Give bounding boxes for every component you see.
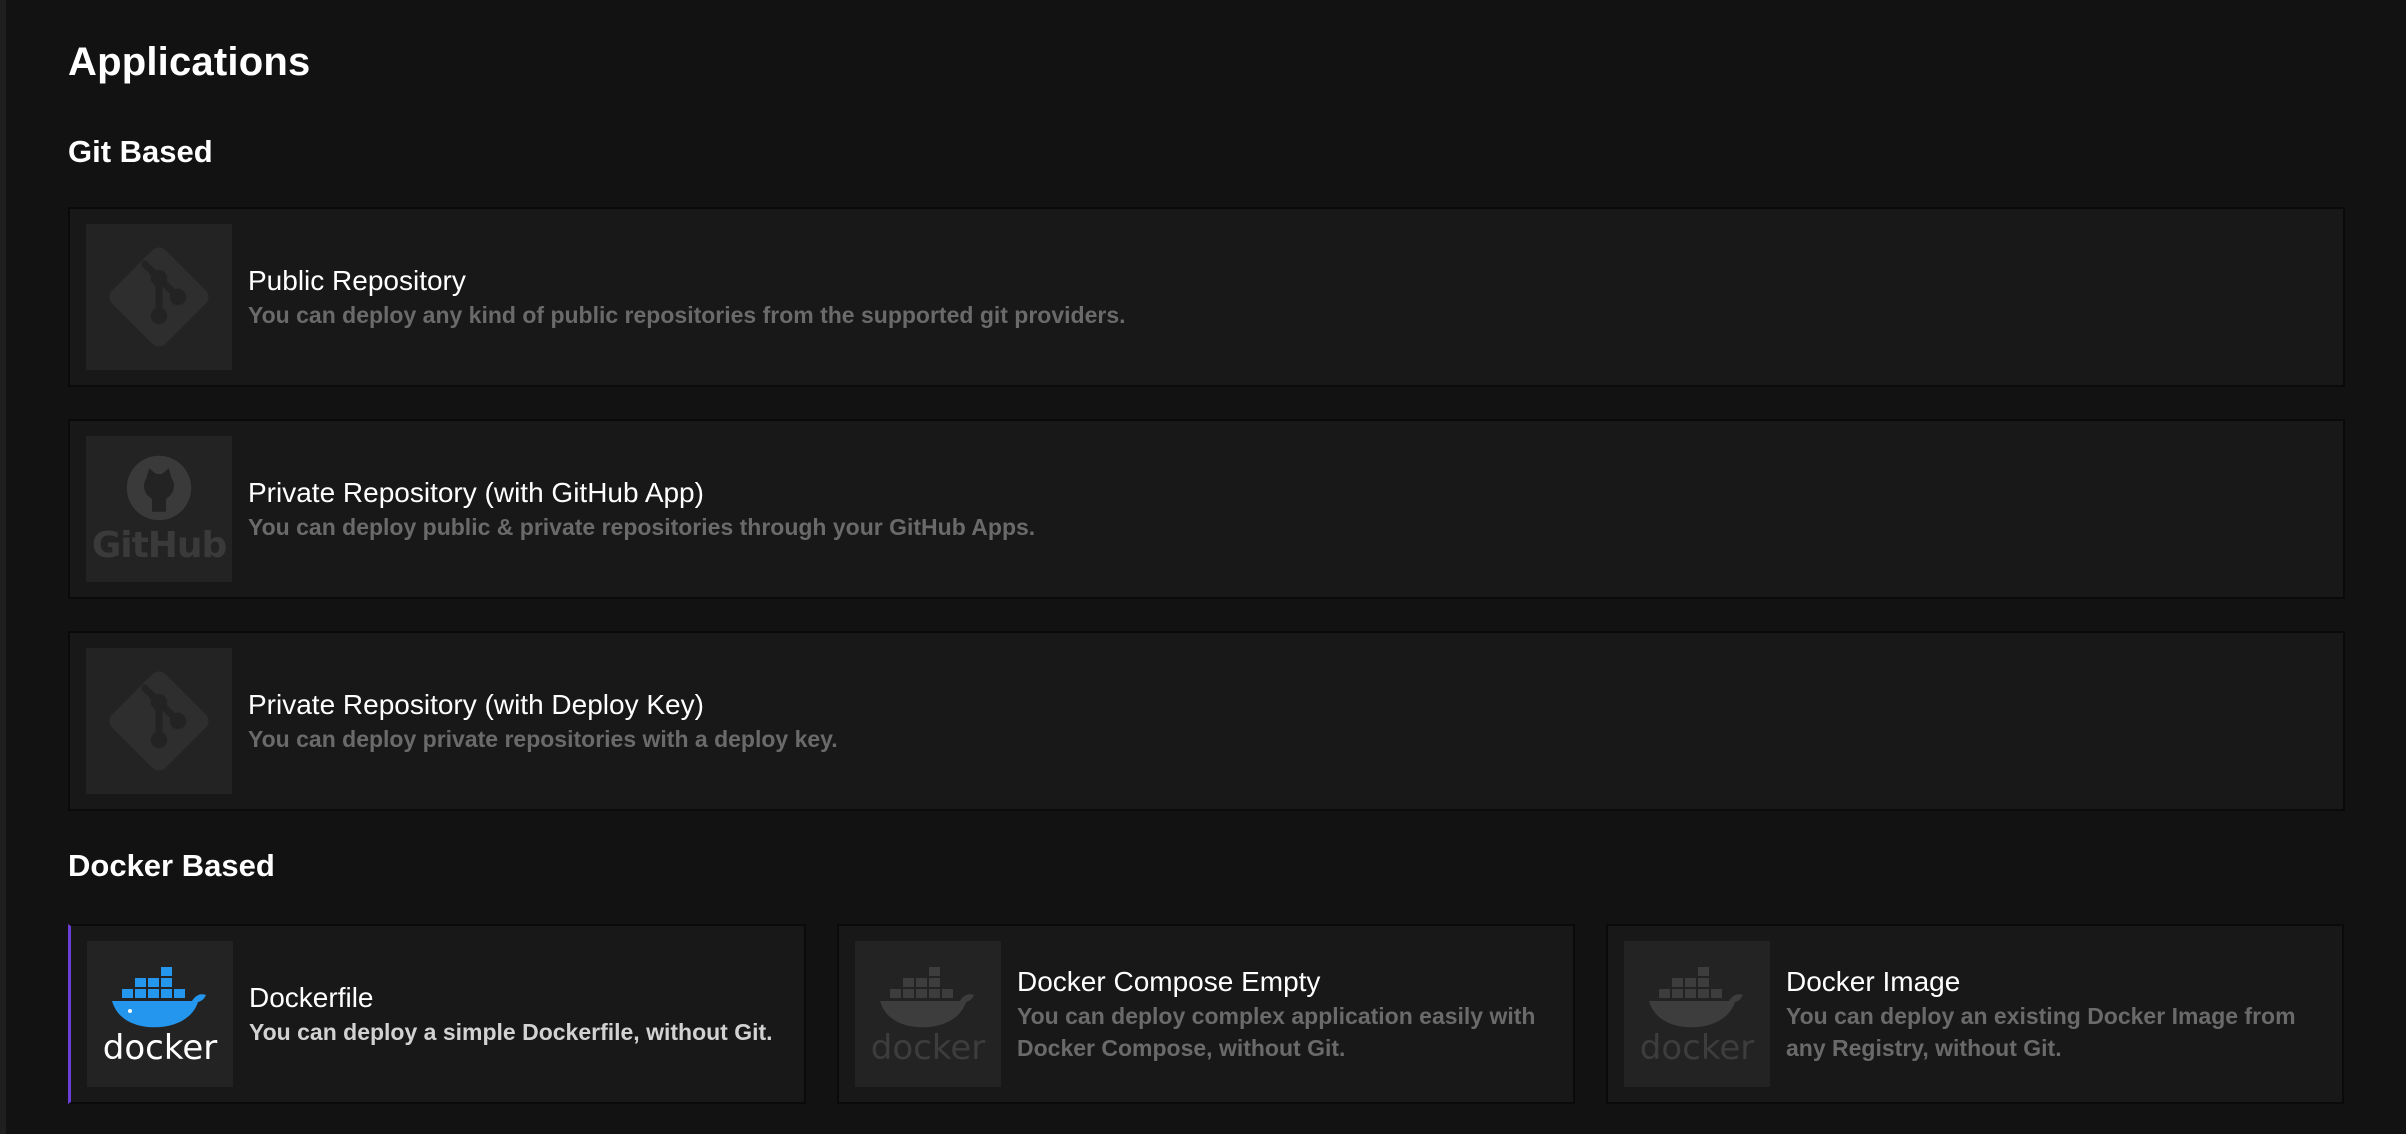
card-title: Public Repository	[248, 265, 466, 296]
docker-icon: docker	[1624, 941, 1770, 1087]
card-private-repository-github-app[interactable]: GitHub Private Repository (with GitHub A…	[68, 419, 2345, 599]
card-description: You can deploy any kind of public reposi…	[248, 302, 1126, 328]
applications-page: Applications Git Based Public Repository…	[0, 0, 2406, 1134]
section-title-git: Git Based	[68, 134, 213, 169]
card-description: You can deploy private repositories with…	[248, 726, 838, 752]
card-description: You can deploy public & private reposito…	[248, 514, 1036, 540]
docker-icon: docker	[87, 941, 233, 1087]
card-description: You can deploy a simple Dockerfile, with…	[249, 1019, 773, 1045]
card-description: You can deploy complex application easil…	[1017, 1003, 1536, 1061]
page-title: Applications	[68, 40, 311, 84]
card-dockerfile[interactable]: docker Dockerfile You can deploy a simpl…	[68, 924, 806, 1104]
github-logo-text: GitHub	[91, 524, 228, 566]
git-icon	[86, 648, 232, 794]
section-title-docker: Docker Based	[68, 848, 275, 883]
docker-logo-text: docker	[102, 1028, 218, 1068]
git-icon	[86, 224, 232, 370]
card-docker-image[interactable]: docker Docker Image You can deploy an ex…	[1606, 924, 2344, 1104]
docker-icon: docker	[855, 941, 1001, 1087]
github-icon: GitHub	[86, 436, 232, 582]
docker-logo-text: docker	[870, 1028, 986, 1068]
docker-logo-text: docker	[1639, 1028, 1755, 1068]
card-docker-compose-empty[interactable]: docker Docker Compose Empty You can depl…	[837, 924, 1575, 1104]
card-description: You can deploy an existing Docker Image …	[1786, 1003, 2296, 1061]
card-title: Private Repository (with Deploy Key)	[248, 689, 704, 720]
card-title: Private Repository (with GitHub App)	[248, 477, 704, 508]
card-title: Docker Compose Empty	[1017, 966, 1321, 997]
card-title: Docker Image	[1786, 966, 1961, 997]
card-private-repository-deploy-key[interactable]: Private Repository (with Deploy Key) You…	[68, 631, 2345, 811]
card-public-repository[interactable]: Public Repository You can deploy any kin…	[68, 207, 2345, 387]
card-title: Dockerfile	[249, 982, 374, 1013]
